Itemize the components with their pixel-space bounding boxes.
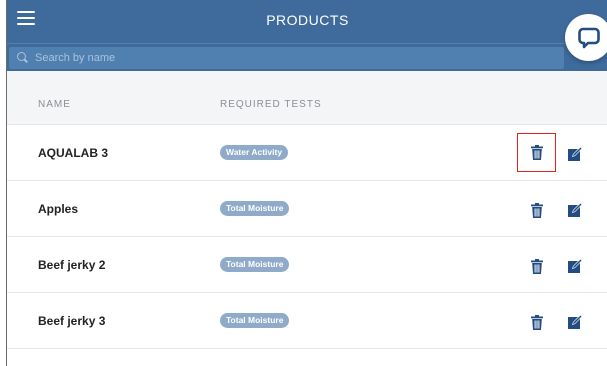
required-test-tag: Total Moisture xyxy=(220,257,290,272)
trash-icon xyxy=(531,202,543,218)
column-header-required-tests: REQUIRED TESTS xyxy=(220,99,322,110)
product-name: Apples xyxy=(38,202,79,216)
delete-button[interactable] xyxy=(517,133,556,172)
required-test-tag: Total Moisture xyxy=(220,201,290,216)
product-list: AQUALAB 3 Water Activity Apples Total Mo… xyxy=(7,124,607,366)
edit-button[interactable] xyxy=(564,143,586,165)
edit-icon xyxy=(567,203,582,217)
edit-button[interactable] xyxy=(564,199,586,221)
product-name: Beef jerky 2 xyxy=(38,258,106,272)
column-headers: NAME REQUIRED TESTS xyxy=(7,95,607,115)
edit-icon xyxy=(567,259,582,273)
product-row[interactable]: Beef jerky 3 Total Moisture xyxy=(7,292,607,348)
product-row[interactable]: AQUALAB 3 Water Activity xyxy=(7,124,607,180)
delete-button[interactable] xyxy=(526,311,548,333)
required-test-tag: Water Activity xyxy=(220,145,289,160)
required-test-tag: Total Moisture xyxy=(220,313,290,328)
trash-icon xyxy=(531,314,543,330)
top-bar: PRODUCTS xyxy=(7,0,607,43)
chat-button[interactable] xyxy=(565,14,607,61)
delete-button[interactable] xyxy=(526,255,548,277)
search-input[interactable] xyxy=(35,52,535,64)
edit-button[interactable] xyxy=(564,255,586,277)
edit-button[interactable] xyxy=(564,311,586,333)
page-title: PRODUCTS xyxy=(266,12,349,28)
product-row[interactable]: Beef jerky 2 Total Moisture xyxy=(7,236,607,292)
search-field[interactable] xyxy=(9,47,564,69)
edit-icon xyxy=(567,147,582,161)
search-bar xyxy=(7,43,607,71)
product-row[interactable]: Apples Total Moisture xyxy=(7,180,607,236)
trash-icon xyxy=(530,145,543,160)
product-row-partial xyxy=(7,348,607,366)
delete-button[interactable] xyxy=(526,199,548,221)
edit-icon xyxy=(567,315,582,329)
column-header-name: NAME xyxy=(38,99,71,110)
search-icon xyxy=(17,52,29,64)
chat-icon xyxy=(577,27,600,48)
product-name: Beef jerky 3 xyxy=(38,314,106,328)
product-name: AQUALAB 3 xyxy=(38,146,109,160)
trash-icon xyxy=(531,258,543,274)
app-frame: PRODUCTS NAME REQUIRED TESTS AQUALAB 3 W… xyxy=(6,0,607,366)
